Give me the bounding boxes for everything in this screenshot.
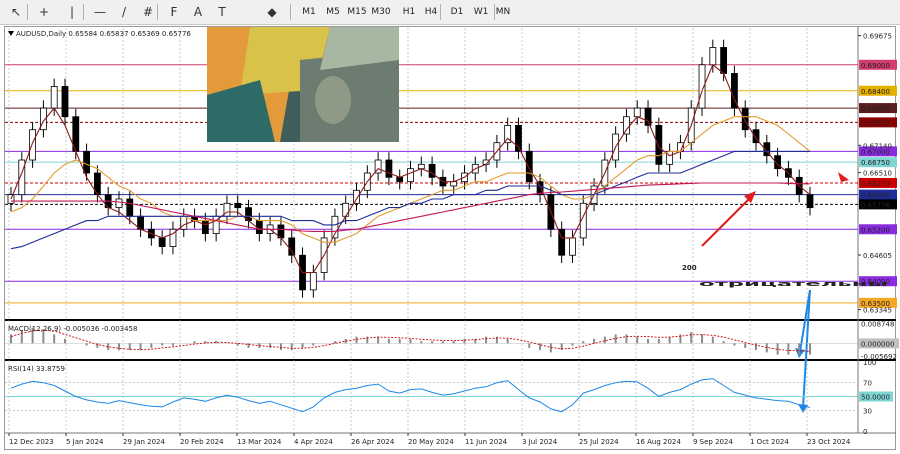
x-tick-label-7: 20 May 2024 xyxy=(408,438,454,446)
level-price-label-1: 0.68400 xyxy=(861,88,890,96)
level-price-label-0: 0.69000 xyxy=(861,62,890,70)
candle-body xyxy=(417,163,425,170)
x-tick-label-14: 23 Oct 2024 xyxy=(807,438,851,446)
candle-body xyxy=(623,116,630,135)
candle-body xyxy=(525,150,533,183)
macd-title: MACD(12,26,9) -0.005036 -0.003458 xyxy=(8,325,137,333)
rsi-y-tick-0: 100 xyxy=(863,359,876,367)
candle-body xyxy=(385,159,393,178)
x-tick-label-13: 1 Oct 2024 xyxy=(750,438,789,446)
candle-body xyxy=(396,176,404,183)
x-tick-label-9: 3 Jul 2024 xyxy=(522,438,558,446)
candle-body xyxy=(806,194,814,209)
macd-y-tick-0: 0.008748 xyxy=(861,321,894,329)
rsi-line xyxy=(10,378,811,413)
candle-body xyxy=(569,237,576,256)
candle-body xyxy=(158,237,166,247)
candle-body xyxy=(126,198,134,217)
banknote-portrait xyxy=(315,76,351,124)
candle-body xyxy=(407,168,414,183)
level-price-label-7: 0.66000 xyxy=(861,192,890,200)
candle-body xyxy=(741,107,749,131)
annotation-200: 200 xyxy=(682,264,697,272)
candle-body xyxy=(450,181,458,187)
level-price-label-3: 0.67670 xyxy=(861,119,890,127)
macd-y-tick-1: 0.000000 xyxy=(861,340,894,348)
x-tick-label-8: 11 Jun 2024 xyxy=(465,438,508,446)
rsi-y-tick-4: 0 xyxy=(863,428,867,436)
candle-body xyxy=(342,202,350,217)
x-tick-label-1: 5 Jan 2024 xyxy=(66,438,104,446)
x-tick-label-2: 29 Jan 2024 xyxy=(123,438,166,446)
banknotes-picture xyxy=(207,27,399,142)
rsi-level-label: 50.0000 xyxy=(861,394,890,402)
x-tick-label-11: 16 Aug 2024 xyxy=(636,438,681,446)
rsi-y-tick-1: 70 xyxy=(863,380,872,388)
rsi-title: RSI(14) 33.8759 xyxy=(8,365,65,373)
audusd-chart: 0.690000.684000.680000.676700.670000.667… xyxy=(5,27,899,446)
candle-body xyxy=(50,86,58,109)
y-tick-label-2: 0.66510 xyxy=(863,170,892,178)
candle-body xyxy=(115,198,123,209)
level-price-label-6: 0.66270 xyxy=(861,180,890,188)
x-tick-label-6: 26 Apr 2024 xyxy=(351,438,395,446)
candle-body xyxy=(29,129,36,161)
y-tick-label-0: 0.69675 xyxy=(863,33,892,41)
rsi-y-tick-3: 30 xyxy=(863,407,872,415)
candle-body xyxy=(61,86,69,118)
candle-body xyxy=(644,107,652,126)
candle-body xyxy=(309,272,317,291)
candle-body xyxy=(234,202,242,209)
candle-body xyxy=(655,124,663,165)
y-tick-label-1: 0.67140 xyxy=(863,142,892,150)
x-tick-label-10: 25 Jul 2024 xyxy=(579,438,619,446)
candle-body xyxy=(720,47,728,74)
y-tick-label-3: 0.64605 xyxy=(863,252,892,260)
y-tick-label-4: 0.63345 xyxy=(863,307,892,315)
candle-body xyxy=(288,237,296,256)
annotation-negative: отрицательны xyxy=(699,280,888,288)
level-price-label-5: 0.66750 xyxy=(861,159,890,167)
level-price-label-9: 0.65200 xyxy=(861,226,890,234)
level-price-label-8: 0.65776 xyxy=(861,201,890,209)
candle-body xyxy=(709,47,717,66)
x-tick-label-4: 13 Mar 2024 xyxy=(237,438,282,446)
candle-body xyxy=(633,107,641,118)
x-tick-label-12: 9 Sep 2024 xyxy=(693,438,733,446)
x-tick-label-3: 20 Feb 2024 xyxy=(180,438,224,446)
chart-title: AUDUSD,Daily 0.65584 0.65837 0.65369 0.6… xyxy=(16,30,191,38)
candle-body xyxy=(83,150,90,174)
candle-body xyxy=(666,150,674,165)
x-tick-label-5: 4 Apr 2024 xyxy=(294,438,333,446)
candle-body xyxy=(201,220,209,234)
level-price-label-2: 0.68000 xyxy=(861,105,890,113)
x-tick-label-0: 12 Dec 2023 xyxy=(9,438,54,446)
